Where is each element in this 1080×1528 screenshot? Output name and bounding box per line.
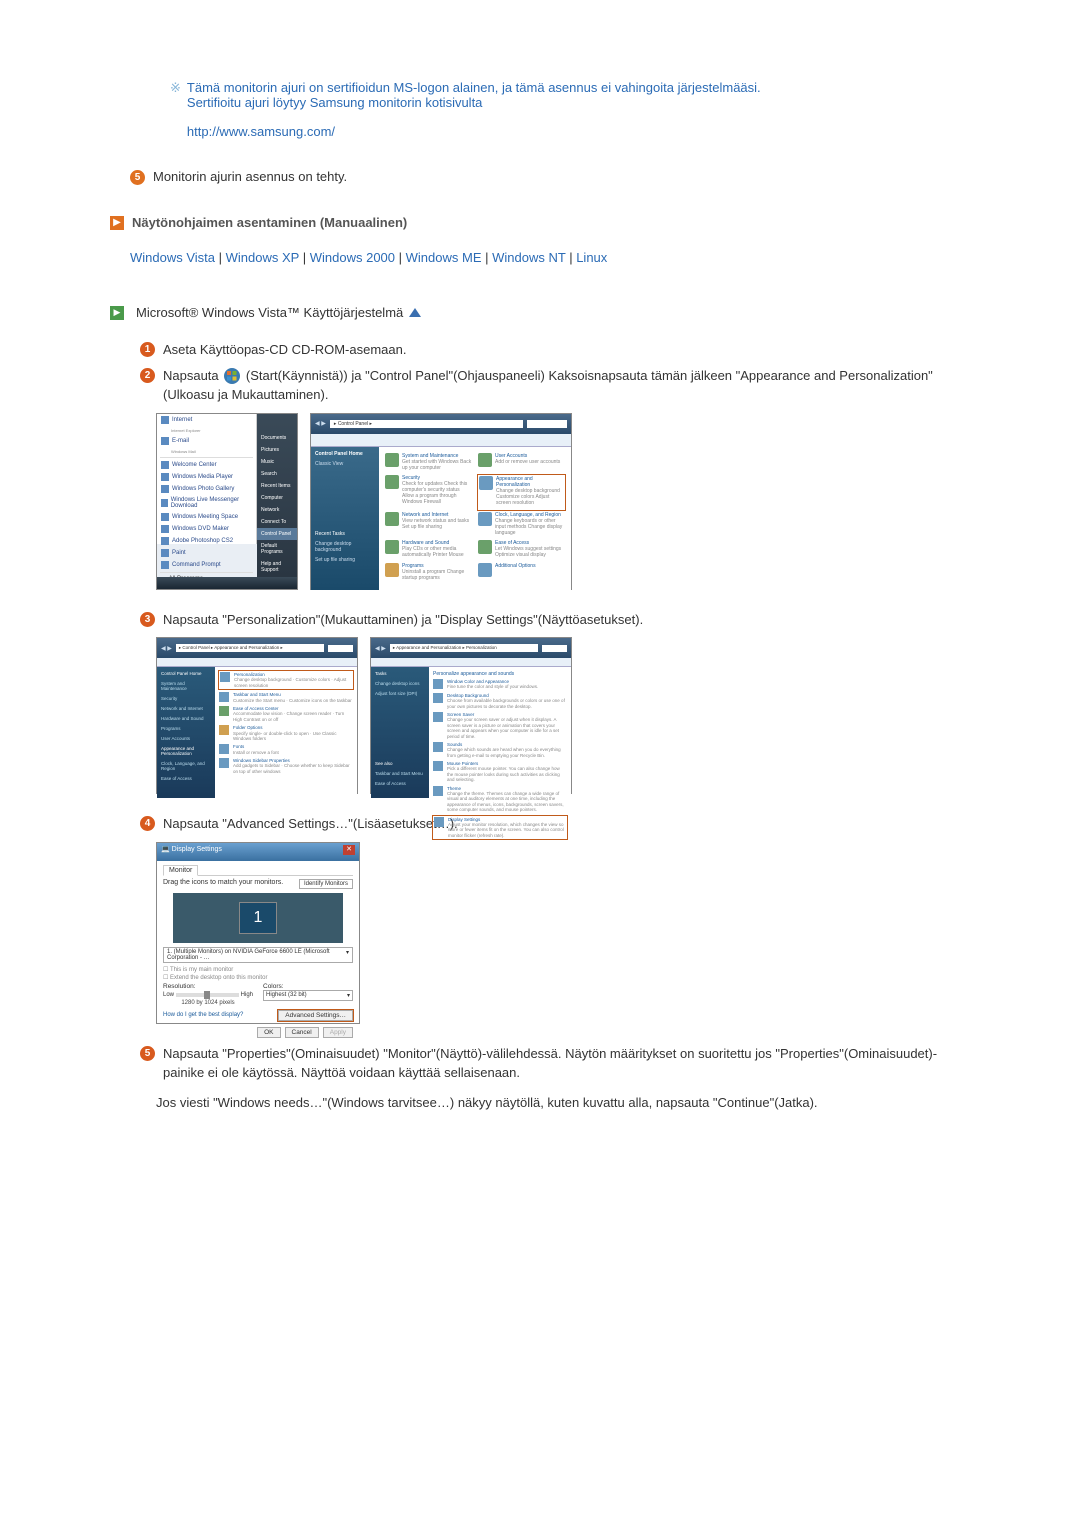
inst-badge-4: 4 xyxy=(140,816,155,831)
inst-badge-1: 1 xyxy=(140,342,155,357)
inst-badge-2: 2 xyxy=(140,368,155,383)
collapse-caret-icon[interactable] xyxy=(409,308,421,317)
apply-button: Apply xyxy=(323,1027,353,1038)
section-arrow-icon: ▶ xyxy=(110,216,124,230)
cp-appearance-personalization[interactable]: Appearance and PersonalizationChange des… xyxy=(478,475,565,510)
start-menu-control-panel[interactable]: Control Panel xyxy=(257,528,297,540)
screenshot-appearance-panel: ◀ ▶ ▸ Control Panel ▸ Appearance and Per… xyxy=(156,637,358,794)
note-line2: Sertifioitu ajuri löytyy Samsung monitor… xyxy=(187,95,761,110)
section-title: Näytönohjaimen asentaminen (Manuaalinen) xyxy=(132,215,407,230)
certification-note: ※ Tämä monitorin ajuri on sertifioidun M… xyxy=(170,80,970,139)
resolution-value: 1280 by 1024 pixels xyxy=(163,1000,253,1006)
inst-5-text: Napsauta "Properties"(Ominaisuudet) "Mon… xyxy=(163,1044,970,1083)
screenshot-personalization-panel: ◀ ▶ ▸ Appearance and Personalization ▸ P… xyxy=(370,637,572,794)
screenshot-start-menu: Internet Internet Explorer E-mail Window… xyxy=(156,413,298,590)
link-windows-me[interactable]: Windows ME xyxy=(406,250,482,265)
colors-dropdown[interactable]: Highest (32 bit)▾ xyxy=(263,990,353,1001)
os-links-row: Windows Vista | Windows XP | Windows 200… xyxy=(130,250,970,265)
step-badge-5: 5 xyxy=(130,170,145,185)
screenshot-display-settings: 💻 Display Settings ✕ Monitor Drag the ic… xyxy=(156,842,360,1024)
identify-monitors-button[interactable]: Identify Monitors xyxy=(299,879,353,889)
appearance-personalization-item[interactable]: PersonalizationChange desktop background… xyxy=(219,671,353,689)
monitor-select-dropdown[interactable]: 1. (Multiple Monitors) on NVIDIA GeForce… xyxy=(163,947,353,963)
close-icon[interactable]: ✕ xyxy=(343,845,355,855)
link-windows-2000[interactable]: Windows 2000 xyxy=(310,250,395,265)
screenshot-control-panel: ◀ ▶ ▸ Control Panel ▸ Control Panel Home… xyxy=(310,413,572,590)
subsection-arrow-icon: ▶ xyxy=(110,306,124,320)
monitor-1-icon[interactable]: 1 xyxy=(239,902,277,934)
extend-desktop-checkbox: ☐ Extend the desktop onto this monitor xyxy=(163,974,353,981)
inst-badge-3: 3 xyxy=(140,612,155,627)
link-windows-vista[interactable]: Windows Vista xyxy=(130,250,215,265)
cancel-button[interactable]: Cancel xyxy=(285,1027,319,1038)
inst-5b-text: Jos viesti "Windows needs…"(Windows tarv… xyxy=(156,1093,970,1113)
advanced-settings-button[interactable]: Advanced Settings… xyxy=(278,1010,353,1021)
windows-start-orb-icon xyxy=(224,368,240,384)
samsung-url-link[interactable]: http://www.samsung.com/ xyxy=(187,124,761,139)
best-display-help-link[interactable]: How do I get the best display? xyxy=(163,1012,243,1018)
personalization-display-settings[interactable]: Display SettingsAdjust your monitor reso… xyxy=(433,816,567,840)
vista-heading: Microsoft® Windows Vista™ Käyttöjärjeste… xyxy=(136,305,403,320)
link-linux[interactable]: Linux xyxy=(576,250,607,265)
link-windows-nt[interactable]: Windows NT xyxy=(492,250,565,265)
step5-text: Monitorin ajurin asennus on tehty. xyxy=(153,169,347,184)
monitor-arrangement-area[interactable]: 1 xyxy=(173,893,343,943)
link-windows-xp[interactable]: Windows XP xyxy=(226,250,299,265)
note-line1: Tämä monitorin ajuri on sertifioidun MS-… xyxy=(187,80,761,95)
resolution-slider[interactable] xyxy=(176,993,239,997)
inst-2-text: Napsauta (Start(Käynnistä)) ja "Control … xyxy=(163,366,970,405)
main-monitor-checkbox: ☐ This is my main monitor xyxy=(163,966,353,973)
inst-3-text: Napsauta "Personalization"(Mukauttaminen… xyxy=(163,610,970,630)
inst-1-text: Aseta Käyttöopas-CD CD-ROM-asemaan. xyxy=(163,340,970,360)
inst-badge-5b: 5 xyxy=(140,1046,155,1061)
star-bullet-icon: ※ xyxy=(170,80,181,139)
ok-button[interactable]: OK xyxy=(257,1027,280,1038)
tab-monitor[interactable]: Monitor xyxy=(163,865,198,876)
manual-install-section-header: ▶ Näytönohjaimen asentaminen (Manuaaline… xyxy=(110,215,970,230)
